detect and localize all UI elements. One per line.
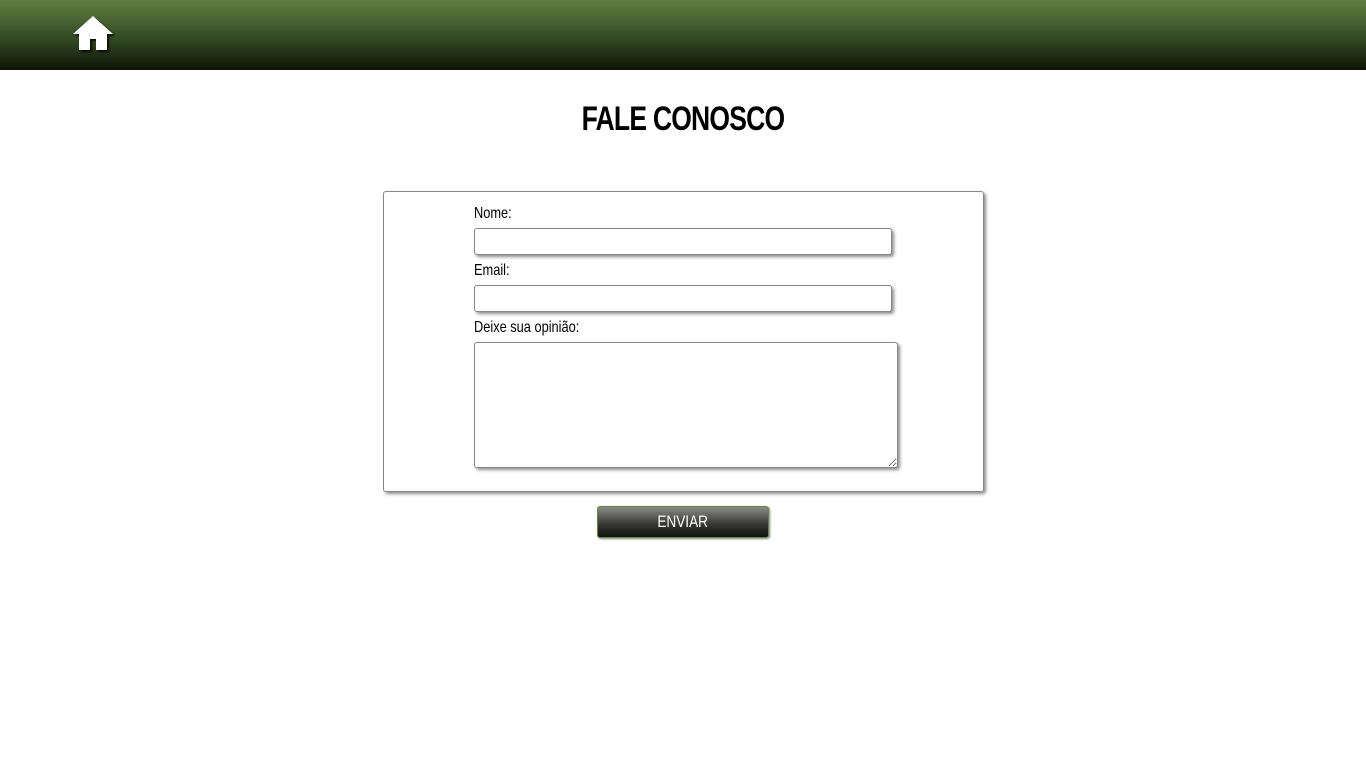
top-bar: [0, 0, 1366, 70]
submit-label: ENVIAR: [657, 512, 709, 531]
submit-button[interactable]: ENVIAR: [597, 506, 769, 538]
name-input[interactable]: [474, 228, 892, 255]
opinion-label: Deixe sua opinião:: [474, 319, 580, 336]
opinion-textarea[interactable]: [474, 342, 898, 468]
name-label: Nome:: [474, 205, 512, 222]
email-label: Email:: [474, 262, 510, 279]
home-icon[interactable]: [72, 15, 114, 51]
page-title: FALE CONOSCO: [581, 100, 786, 138]
email-input[interactable]: [474, 285, 892, 312]
contact-form: Nome: Email: Deixe sua opinião:: [383, 191, 984, 492]
